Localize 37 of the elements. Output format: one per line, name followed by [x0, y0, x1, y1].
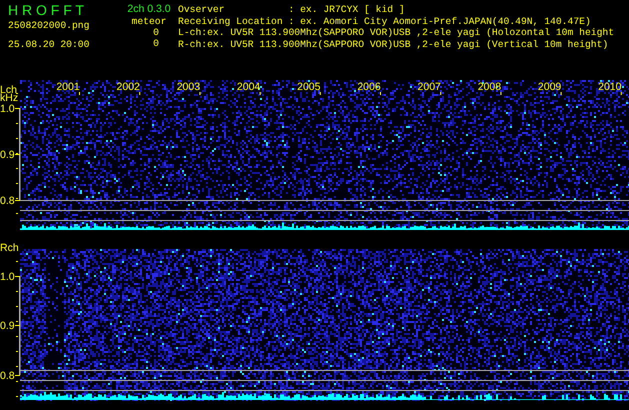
- year-tick-icon: [320, 92, 321, 95]
- year-label: 2004: [236, 81, 260, 93]
- year-tick-icon: [500, 92, 502, 95]
- year-tick-icon: [199, 92, 200, 95]
- year-label: 2008: [478, 81, 502, 93]
- year-tick-icon: [380, 92, 381, 95]
- channel-label: Rch: [0, 242, 19, 254]
- frequency-label: 0.9: [0, 149, 15, 161]
- year-tick-icon: [79, 92, 80, 95]
- year-label: 2007: [418, 81, 441, 93]
- meteor-count: 0: [152, 38, 159, 49]
- year-tick-icon: [560, 92, 562, 95]
- info-line: Ovserver : ex. JR7CYX [ kid ]: [178, 4, 406, 16]
- year-tick-icon: [440, 92, 442, 95]
- file-name: 2508202000.png: [8, 20, 90, 32]
- date-time: 25.08.20 20:00: [8, 39, 90, 51]
- info-line: Receiving Location : ex. Aomori City Aomori-Pref.JAPAN(40.49N, 140.47E): [178, 16, 592, 27]
- meteor-label: meteor: [132, 16, 166, 27]
- version-label: 2ch 0.3.0: [127, 3, 171, 15]
- year-label: 2005: [297, 81, 320, 93]
- info-line: R-ch:ex. UV5R 113.900Mhz(SAPPORO VOR)USB ,2-ele yagi (Vertical 10m height): [178, 38, 610, 50]
- year-label: 2002: [116, 81, 140, 93]
- frequency-label: 0.9: [0, 320, 15, 332]
- year-tick-icon: [620, 92, 622, 95]
- frequency-label: 0.8: [0, 370, 15, 382]
- frequency-label: 0.8: [0, 195, 15, 207]
- year-tick-icon: [139, 92, 140, 95]
- year-label: 2001: [56, 81, 80, 93]
- unit-label: kHz: [0, 92, 18, 104]
- year-tick-icon: [260, 92, 261, 95]
- year-label: 2009: [538, 81, 562, 93]
- frequency-label: 1.0: [0, 103, 15, 115]
- meteor-count: 0: [152, 27, 159, 38]
- info-line: L-ch:ex. UV5R 113.900Mhz(SAPPORO VOR)USB ,2-ele yagi (Holozontal 10m height: [178, 27, 614, 38]
- frequency-label: 1.0: [0, 271, 15, 283]
- year-label: 2006: [357, 81, 381, 93]
- app-title: H R O F F T: [8, 2, 85, 18]
